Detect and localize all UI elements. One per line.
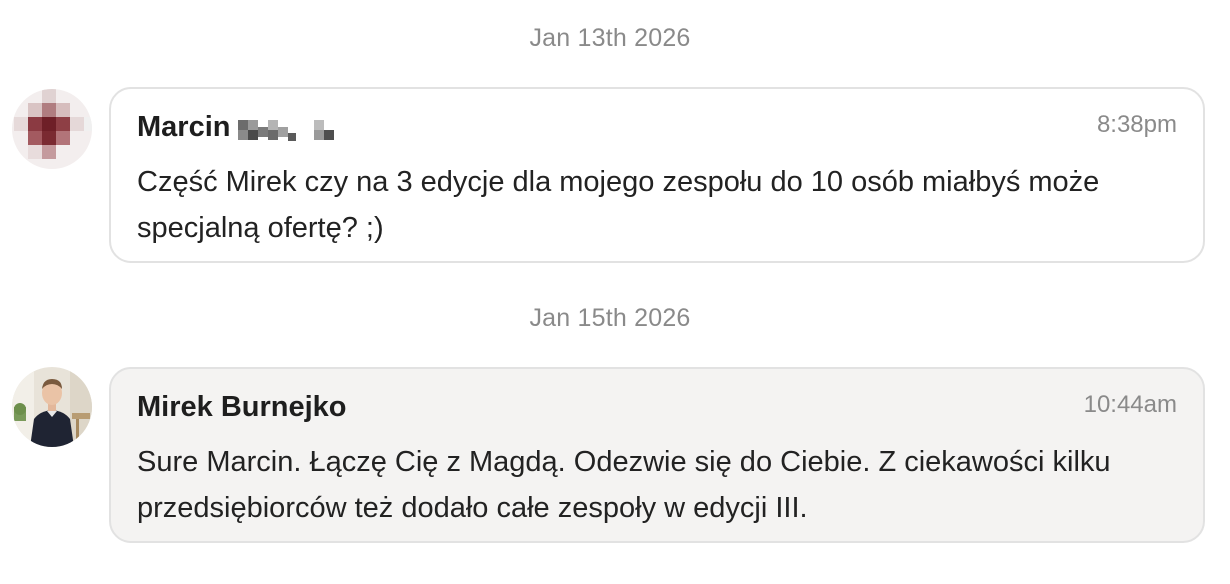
user-photo-icon — [12, 367, 92, 447]
redacted-surname-icon — [238, 119, 335, 141]
date-separator: Jan 15th 2026 — [529, 304, 691, 332]
sender-name-label: Mirek Burnejko — [137, 391, 347, 423]
pixelated-avatar-icon — [12, 89, 92, 169]
message-bubble: Mirek Burnejko 10:44am Sure Marcin. Łącz… — [109, 367, 1205, 543]
message-bubble: Marcin 8:38pm Część Mirek czy na 3 edycj… — [109, 87, 1205, 263]
message-text: Sure Marcin. Łączę Cię z Magdą. Odezwie … — [137, 446, 1111, 524]
date-separator: Jan 13th 2026 — [529, 24, 691, 52]
message-time: 10:44am — [1083, 391, 1177, 418]
sender-name[interactable]: Marcin — [137, 111, 338, 144]
message-time: 8:38pm — [1096, 111, 1177, 138]
avatar[interactable] — [12, 367, 92, 447]
avatar[interactable] — [12, 89, 92, 169]
message-text: Część Mirek czy na 3 edycje dla mojego z… — [137, 166, 1100, 244]
sender-name[interactable]: Mirek Burnejko — [137, 391, 347, 424]
sender-name-label: Marcin — [137, 111, 231, 143]
